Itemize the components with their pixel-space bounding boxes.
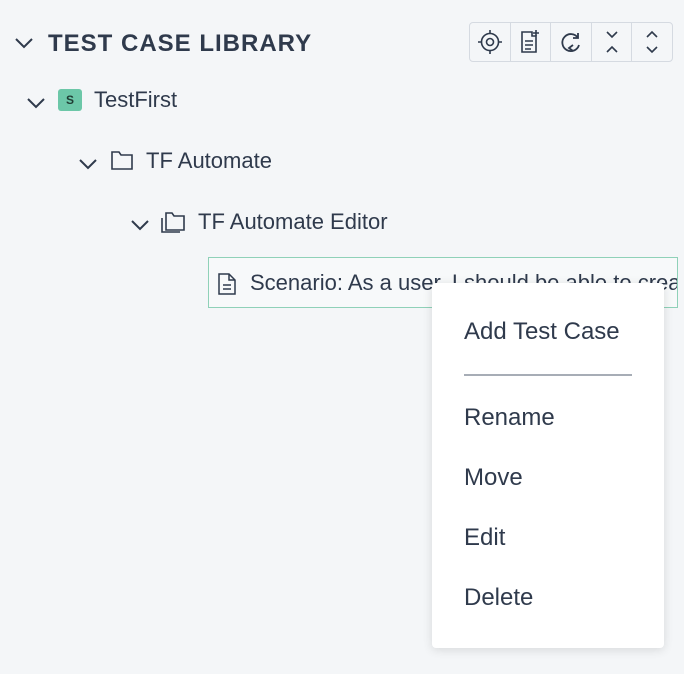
document-icon	[218, 273, 236, 295]
refresh-icon	[561, 33, 580, 52]
context-menu: Add Test Case Rename Move Edit Delete	[432, 283, 664, 648]
menu-divider	[464, 374, 632, 376]
collapse-all-button[interactable]	[592, 23, 633, 61]
add-test-case-button[interactable]	[511, 23, 552, 61]
menu-item-rename[interactable]: Rename	[464, 402, 555, 434]
folder-icon	[111, 151, 133, 170]
menu-item-move[interactable]: Move	[464, 462, 523, 494]
tree-toolbar	[469, 22, 673, 62]
locate-button[interactable]	[470, 23, 511, 61]
open-folder-icon	[161, 212, 185, 233]
chevron-down-icon[interactable]	[130, 217, 150, 233]
menu-item-delete[interactable]: Delete	[464, 582, 533, 614]
tree-node-subfolder[interactable]: TF Automate Editor	[198, 207, 388, 237]
suite-badge: S	[58, 89, 82, 111]
expand-icon	[646, 30, 658, 54]
tree-node-folder[interactable]: TF Automate	[146, 146, 272, 176]
tree-node-suite[interactable]: TestFirst	[94, 85, 177, 115]
menu-item-add-test-case[interactable]: Add Test Case	[464, 316, 620, 348]
collapse-icon	[606, 31, 618, 53]
chevron-down-icon[interactable]	[26, 95, 46, 111]
menu-item-edit[interactable]: Edit	[464, 522, 505, 554]
chevron-down-icon[interactable]	[78, 156, 98, 172]
add-document-icon	[521, 30, 540, 53]
crosshair-icon	[477, 30, 502, 54]
panel-title: TEST CASE LIBRARY	[48, 30, 313, 57]
refresh-button[interactable]	[551, 23, 592, 61]
collapse-panel-chevron-icon[interactable]	[14, 35, 34, 51]
expand-all-button[interactable]	[632, 23, 672, 61]
